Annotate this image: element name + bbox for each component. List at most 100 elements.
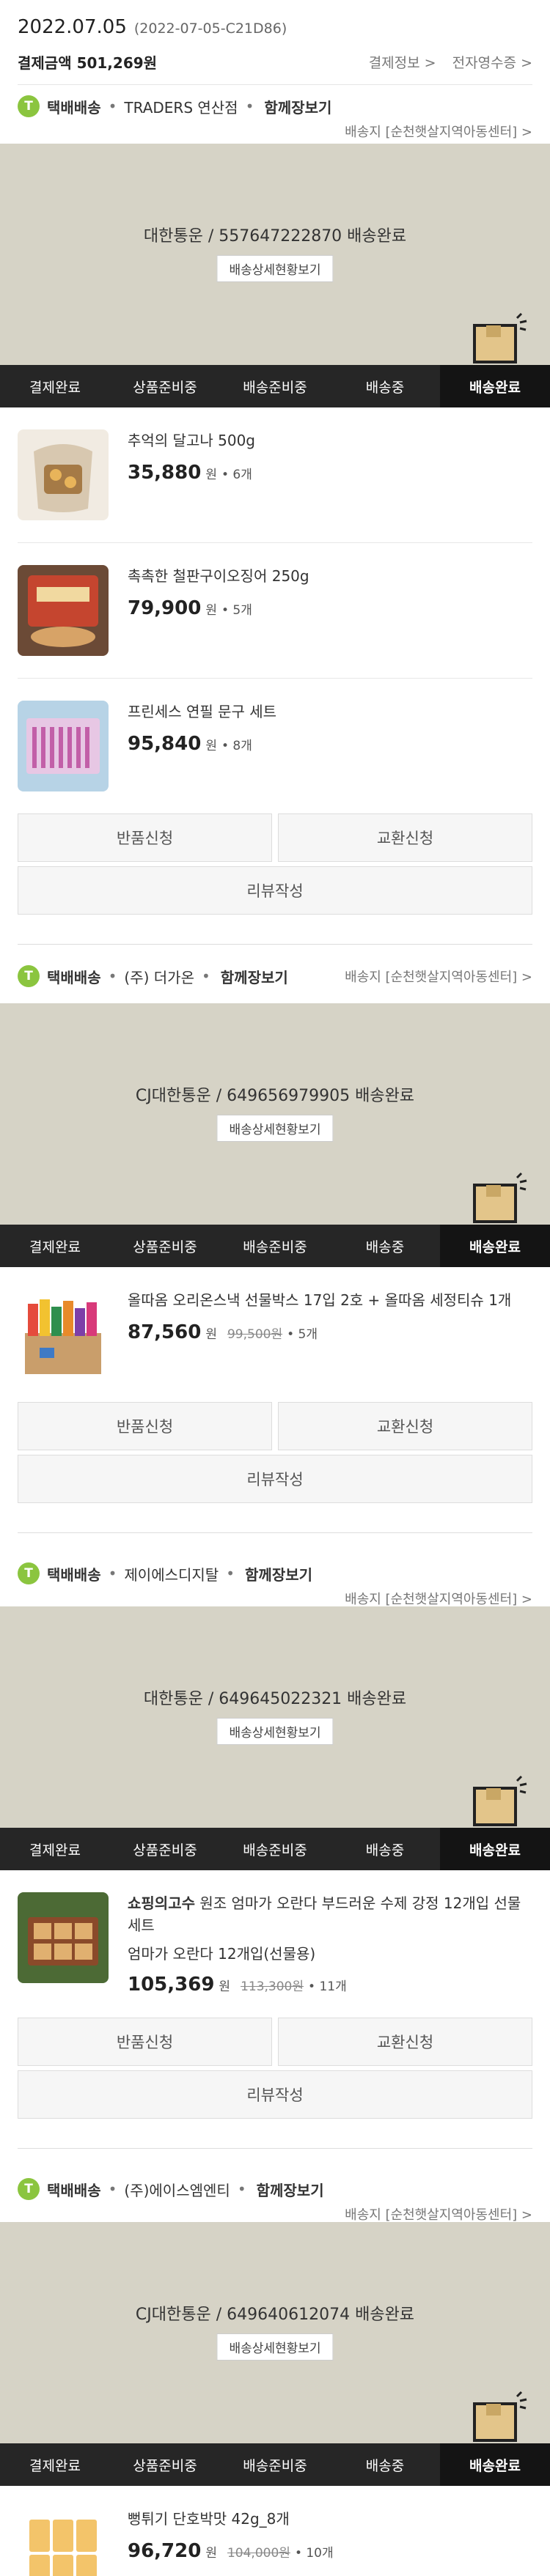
shipment-1: T 택배배송 • TRADERS 연산점 • 함께장보기 배송지 [순천햇살지역… [0,85,550,944]
delivery-box-icon [473,312,527,363]
delivery-steps: 결제완료 상품준비중 배송준비중 배송중 배송완료 [0,1828,550,1870]
order-date: 2022.07.05 [18,16,127,38]
quantity: • 8개 [221,739,252,753]
t-badge-icon: T [18,95,40,117]
product-name[interactable]: 촉촉한 철판구이오징어 250g [128,565,309,587]
product-image [18,565,109,656]
original-price: 113,300원 [241,1979,304,1994]
return-button[interactable]: 반품신청 [18,1402,272,1450]
t-badge-icon: T [18,2178,40,2200]
carrier-tracking: 대한통운 / 557647222870 배송완료 [143,227,407,246]
step-shipping: 배송중 [365,2457,405,2474]
step-delivered: 배송완료 [440,2443,550,2486]
step-ready: 배송준비중 [243,1239,307,1255]
shipping-type: 택배배송 [47,2181,101,2199]
return-button[interactable]: 반품신청 [18,2018,272,2066]
shop-together-link[interactable]: 함께장보기 [257,2179,324,2200]
step-ready: 배송준비중 [243,379,307,396]
destination-link[interactable]: 배송지 [순천햇살지역아동센터] > [18,122,532,141]
destination-link[interactable]: 배송지 [순천햇살지역아동센터] > [18,1589,532,1608]
destination-link[interactable]: 배송지 [순천햇살지역아동센터] > [345,967,532,986]
shipping-type: 택배배송 [47,98,101,117]
list-item[interactable]: 프린세스 연필 문구 세트 95,840 원 • 8개 [18,679,532,813]
price: 96,720 [128,2540,202,2562]
payment-amount: 결제금액 501,269원 [18,54,158,72]
carrier-tracking: CJ대한통운 / 649656979905 배송완료 [135,1087,415,1105]
product-name[interactable]: 프린세스 연필 문구 세트 [128,701,276,723]
tracking-detail-button[interactable]: 배송상세현황보기 [216,2333,334,2361]
delivery-status-panel: CJ대한통운 / 649656979905 배송완료 배송상세현황보기 [0,1003,550,1225]
exchange-button[interactable]: 교환신청 [278,813,532,862]
price: 105,369 [128,1974,215,1996]
delivery-status-panel: 대한통운 / 557647222870 배송완료 배송상세현황보기 [0,144,550,365]
tracking-detail-button[interactable]: 배송상세현황보기 [216,1115,334,1142]
delivery-steps: 결제완료 상품준비중 배송준비중 배송중 배송완료 [0,1225,550,1267]
original-price: 99,500원 [227,1327,283,1342]
destination-link[interactable]: 배송지 [순천햇살지역아동센터] > [18,2204,532,2223]
shop-together-link[interactable]: 함께장보기 [221,966,288,987]
product-name[interactable]: 뻥튀기 단호박맛 42g_8개 [128,2508,334,2530]
step-paid: 결제완료 [29,1239,81,1255]
product-image [18,429,109,520]
review-button[interactable]: 리뷰작성 [18,866,532,915]
payment-info-link[interactable]: 결제정보 > [369,55,436,71]
step-shipping: 배송중 [365,379,405,396]
list-item[interactable]: 올따옴 오리온스낵 선물박스 17입 2호 + 올따옴 세정티슈 1개 87,5… [18,1267,532,1402]
store-name: TRADERS 연산점 [124,98,238,117]
t-badge-icon: T [18,965,40,987]
shipping-type: 택배배송 [47,968,101,986]
step-delivered: 배송완료 [440,1225,550,1267]
quantity: • 6개 [221,468,252,482]
delivery-steps: 결제완료 상품준비중 배송준비중 배송중 배송완료 [0,2443,550,2486]
store-name: (주) 더가온 [124,968,194,986]
product-name[interactable]: 올따옴 오리온스낵 선물박스 17입 2호 + 올따옴 세정티슈 1개 [128,1289,511,1311]
price: 35,880 [128,462,202,484]
shipment-2: T 택배배송 • (주) 더가온 • 함께장보기 배송지 [순천햇살지역아동센터… [0,945,550,1532]
step-ready: 배송준비중 [243,2457,307,2474]
review-button[interactable]: 리뷰작성 [18,2070,532,2119]
exchange-button[interactable]: 교환신청 [278,2018,532,2066]
shipment-3: T 택배배송 • 제이에스디지탈 • 함께장보기 배송지 [순천햇살지역아동센터… [0,1533,550,2148]
store-name: 제이에스디지탈 [124,1565,219,1584]
list-item[interactable]: 쇼핑의고수 원조 엄마가 오란다 부드러운 수제 강정 12개입 선물세트 엄마… [18,1870,532,2018]
delivery-steps: 결제완료 상품준비중 배송준비중 배송중 배송완료 [0,365,550,407]
product-image [18,701,109,791]
brand-name: 쇼핑의고수 [128,1894,195,1912]
price: 79,900 [128,597,202,619]
product-name[interactable]: 쇼핑의고수 원조 엄마가 오란다 부드러운 수제 강정 12개입 선물세트 [128,1892,532,1936]
quantity: • 11개 [308,1979,347,1994]
order-header: 2022.07.05 (2022-07-05-C21D86) 결제금액 501,… [0,0,550,85]
step-preparing: 상품준비중 [133,379,197,396]
step-paid: 결제완료 [29,1842,81,1859]
price: 87,560 [128,1321,202,1343]
product-option: 엄마가 오란다 12개입(선물용) [128,1945,316,1963]
step-preparing: 상품준비중 [133,1842,197,1859]
delivery-box-icon [473,1775,527,1826]
t-badge-icon: T [18,1562,40,1584]
step-delivered: 배송완료 [440,1828,550,1870]
tracking-detail-button[interactable]: 배송상세현황보기 [216,1718,334,1745]
list-item[interactable]: 뻥튀기 단호박맛 42g_8개 96,720 원 104,000원 • 10개 [18,2486,532,2576]
step-shipping: 배송중 [365,1239,405,1255]
return-button[interactable]: 반품신청 [18,813,272,862]
shop-together-link[interactable]: 함께장보기 [264,96,331,117]
shipping-type: 택배배송 [47,1565,101,1584]
list-item[interactable]: 촉촉한 철판구이오징어 250g 79,900 원 • 5개 [18,543,532,679]
tracking-detail-button[interactable]: 배송상세현황보기 [216,255,334,282]
product-name[interactable]: 추억의 달고나 500g [128,429,255,451]
step-paid: 결제완료 [29,379,81,396]
price: 95,840 [128,733,202,755]
store-name: (주)에이스엠엔티 [124,2181,230,2199]
delivery-box-icon [473,2391,527,2442]
review-button[interactable]: 리뷰작성 [18,1455,532,1503]
delivery-status-panel: 대한통운 / 649645022321 배송완료 배송상세현황보기 [0,1606,550,1828]
receipt-link[interactable]: 전자영수증 > [452,55,532,71]
list-item[interactable]: 추억의 달고나 500g 35,880 원 • 6개 [18,407,532,543]
step-preparing: 상품준비중 [133,1239,197,1255]
step-preparing: 상품준비중 [133,2457,197,2474]
step-shipping: 배송중 [365,1842,405,1859]
exchange-button[interactable]: 교환신청 [278,1402,532,1450]
product-image [18,2508,109,2576]
shop-together-link[interactable]: 함께장보기 [245,1563,312,1584]
original-price: 104,000원 [227,2546,290,2561]
